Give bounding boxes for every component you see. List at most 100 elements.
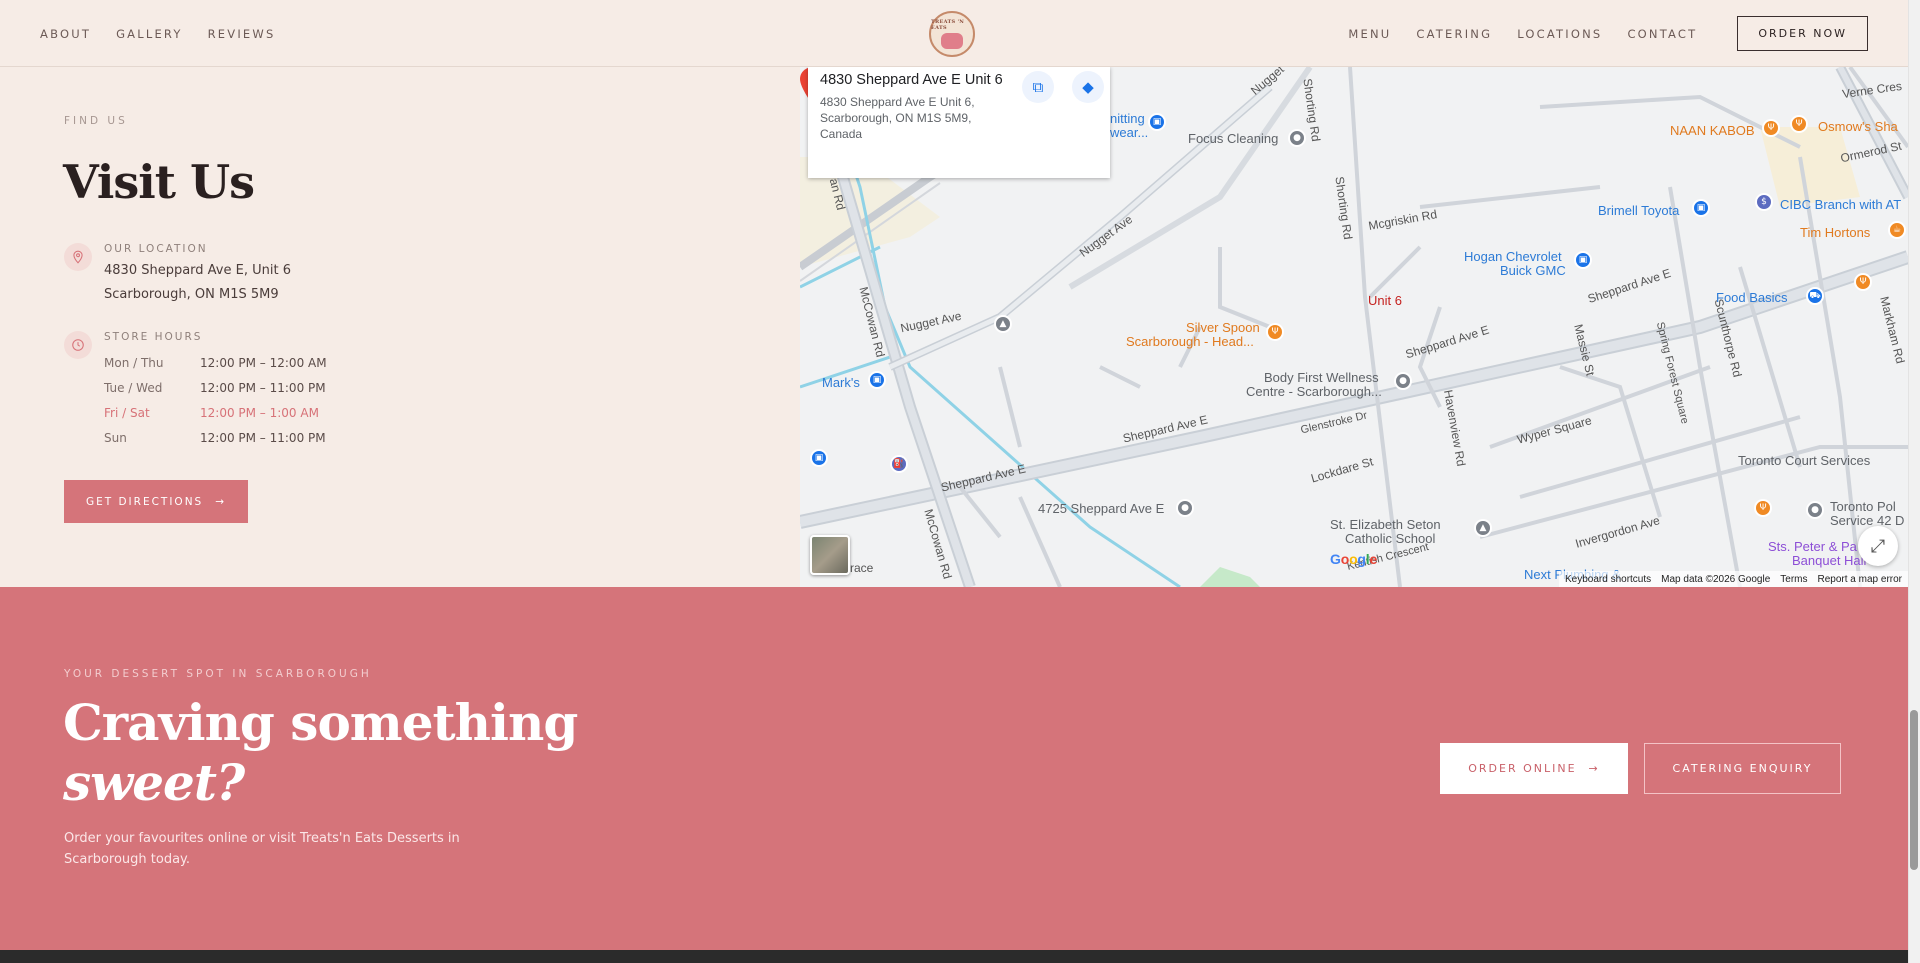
hours-time: 12:00 PM – 11:00 PM <box>200 431 326 445</box>
location-pin-icon <box>64 243 92 271</box>
hours-day: Fri / Sat <box>104 406 150 420</box>
poi-silver-spoon-1[interactable]: Silver Spoon <box>1186 320 1260 335</box>
footer-strip <box>0 950 1908 963</box>
bank-icon[interactable]: $ <box>1755 193 1773 211</box>
gas-station-icon[interactable]: ⛽ <box>890 455 908 473</box>
shopping-icon[interactable]: ▣ <box>1692 199 1710 217</box>
visit-eyebrow: FIND US <box>64 115 128 127</box>
police-icon[interactable]: ● <box>1806 501 1824 519</box>
hours-time: 12:00 PM – 12:00 AM <box>200 356 327 370</box>
terms-link[interactable]: Terms <box>1780 574 1807 585</box>
google-map[interactable]: 4830 Sheppard Ave E Unit 6 4830 Sheppard… <box>800 67 1908 587</box>
nav-catering[interactable]: CATERING <box>1416 27 1492 41</box>
get-directions-label: GET DIRECTIONS <box>85 495 204 508</box>
directions-icon[interactable]: ◆ <box>1072 71 1104 103</box>
arrow-right-icon: → <box>1588 762 1600 775</box>
school-icon[interactable]: ▲ <box>994 315 1012 333</box>
hours-row: Tue / Wed 12:00 PM – 11:00 PM <box>104 376 327 401</box>
hours-row-today: Fri / Sat 12:00 PM – 1:00 AM <box>104 401 327 426</box>
pin-label: Unit 6 <box>1368 293 1402 308</box>
restaurant-icon[interactable]: Ψ <box>1754 499 1772 517</box>
nav-locations[interactable]: LOCATIONS <box>1517 27 1602 41</box>
poi-toronto-police-2[interactable]: Service 42 D <box>1830 513 1904 528</box>
address-line2: Scarborough, ON M1S 5M9 <box>104 287 279 302</box>
order-online-button[interactable]: ORDER ONLINE → <box>1440 743 1628 794</box>
poi-knitting-1[interactable]: nitting <box>1110 111 1145 126</box>
poi-hogan-2[interactable]: Buick GMC <box>1500 263 1566 278</box>
restaurant-icon[interactable]: Ψ <box>1790 115 1808 133</box>
poi-naan-kabob[interactable]: NAAN KABOB <box>1670 123 1755 138</box>
place-icon[interactable]: ● <box>1176 499 1194 517</box>
poi-toronto-police-1[interactable]: Toronto Pol <box>1830 499 1896 514</box>
report-error-link[interactable]: Report a map error <box>1818 574 1902 585</box>
map-card-address: 4830 Sheppard Ave E Unit 6, Scarborough,… <box>820 95 975 141</box>
shopping-icon[interactable]: ▣ <box>810 449 828 467</box>
poi-marks[interactable]: Mark's <box>822 375 860 390</box>
road-label: race <box>850 561 874 575</box>
restaurant-icon[interactable]: Ψ <box>1762 119 1780 137</box>
map-card-title: 4830 Sheppard Ave E Unit 6 <box>820 72 1003 88</box>
open-in-maps-icon[interactable]: ⧉ <box>1022 71 1054 103</box>
visit-title: Visit Us <box>63 155 255 209</box>
poi-body-first-1[interactable]: Body First Wellness <box>1264 370 1379 385</box>
poi-grey-pin-icon[interactable]: ● <box>1288 129 1306 147</box>
poi-knitting-2[interactable]: wear... <box>1110 125 1148 140</box>
hours-row: Mon / Thu 12:00 PM – 12:00 AM <box>104 351 327 376</box>
poi-st-peter-1[interactable]: Sts. Peter & Pa <box>1768 539 1857 554</box>
poi-body-first-2[interactable]: Centre - Scarborough... <box>1246 384 1382 399</box>
nav-left: ABOUT GALLERY REVIEWS <box>40 0 275 67</box>
clock-icon <box>64 331 92 359</box>
wellness-icon[interactable]: ● <box>1394 372 1412 390</box>
map-data-attribution: Map data ©2026 Google <box>1661 573 1771 585</box>
get-directions-button[interactable]: GET DIRECTIONS → <box>64 480 248 523</box>
poi-tim-hortons[interactable]: Tim Hortons <box>1800 225 1870 240</box>
order-now-button[interactable]: ORDER NOW <box>1737 16 1868 51</box>
nav-right: MENU CATERING LOCATIONS CONTACT ORDER NO… <box>1348 0 1868 67</box>
keyboard-shortcuts-link[interactable]: Keyboard shortcuts <box>1565 574 1651 585</box>
cta-description: Order your favourites online or visit Tr… <box>64 831 460 867</box>
poi-st-peter-2[interactable]: Banquet Hall <box>1792 553 1866 568</box>
poi-hogan-1[interactable]: Hogan Chevrolet <box>1464 249 1562 264</box>
poi-silver-spoon-2[interactable]: Scarborough - Head... <box>1126 334 1254 349</box>
nav-contact[interactable]: CONTACT <box>1627 27 1697 41</box>
poi-st-elizabeth-1[interactable]: St. Elizabeth Seton <box>1330 517 1441 532</box>
brand-logo[interactable]: TREATS 'N EATS <box>929 11 975 57</box>
nav-gallery[interactable]: GALLERY <box>116 27 183 41</box>
scrollbar-thumb[interactable] <box>1910 710 1918 870</box>
restaurant-icon[interactable]: Ψ <box>1854 273 1872 291</box>
shopping-icon[interactable]: ▣ <box>868 371 886 389</box>
cta-eyebrow: YOUR DESSERT SPOT IN SCARBOROUGH <box>64 668 372 680</box>
page-scrollbar[interactable] <box>1908 0 1920 963</box>
poi-cibc[interactable]: CIBC Branch with AT <box>1780 197 1901 212</box>
location-label: OUR LOCATION <box>104 243 208 255</box>
grocery-icon[interactable]: ⛟ <box>1806 287 1824 305</box>
cta-section: YOUR DESSERT SPOT IN SCARBOROUGH Craving… <box>0 587 1908 950</box>
catering-enquiry-button[interactable]: CATERING ENQUIRY <box>1644 743 1841 794</box>
fullscreen-icon[interactable]: ⤢ <box>1858 526 1898 566</box>
poi-brimell-toyota[interactable]: Brimell Toyota <box>1598 203 1679 218</box>
visit-section: FIND US Visit Us OUR LOCATION 4830 Shepp… <box>0 67 800 587</box>
shopping-icon[interactable]: ▣ <box>1148 113 1166 131</box>
nav-reviews[interactable]: REVIEWS <box>208 27 276 41</box>
poi-focus-cleaning[interactable]: Focus Cleaning <box>1188 131 1278 146</box>
hours-time: 12:00 PM – 11:00 PM <box>200 381 326 395</box>
school-icon[interactable]: ▲ <box>1474 519 1492 537</box>
poi-toronto-court[interactable]: Toronto Court Services <box>1738 453 1870 468</box>
satellite-toggle[interactable] <box>810 535 850 575</box>
arrow-right-icon: → <box>215 495 227 508</box>
poi-osmows[interactable]: Osmow's Sha <box>1818 119 1898 134</box>
car-dealer-icon[interactable]: ▣ <box>1574 251 1592 269</box>
order-online-label: ORDER ONLINE <box>1468 762 1577 775</box>
hours-label: STORE HOURS <box>104 331 203 343</box>
hours-time: 12:00 PM – 1:00 AM <box>200 406 319 420</box>
logo-text: TREATS 'N EATS <box>931 19 965 31</box>
cafe-icon[interactable]: ☕ <box>1888 221 1906 239</box>
nav-menu[interactable]: MENU <box>1348 27 1391 41</box>
logo-cake-icon <box>941 33 963 49</box>
address-line1: 4830 Sheppard Ave E, Unit 6 <box>104 263 291 278</box>
poi-food-basics[interactable]: Food Basics <box>1716 290 1788 305</box>
restaurant-icon[interactable]: Ψ <box>1266 323 1284 341</box>
nav-about[interactable]: ABOUT <box>40 27 91 41</box>
page: ABOUT GALLERY REVIEWS TREATS 'N EATS MEN… <box>0 0 1908 963</box>
poi-4725-sheppard[interactable]: 4725 Sheppard Ave E <box>1038 501 1164 516</box>
